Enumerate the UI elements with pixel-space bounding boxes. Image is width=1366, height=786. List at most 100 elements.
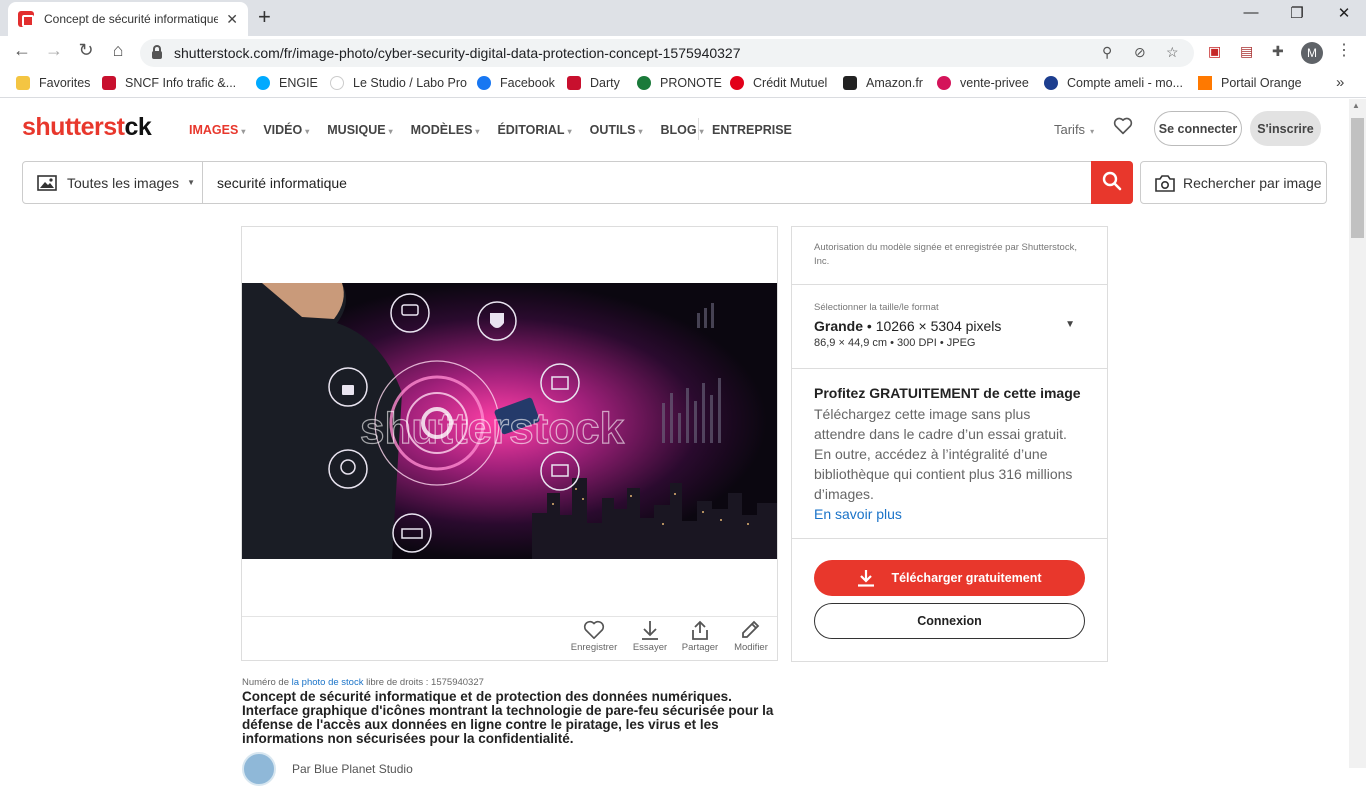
chevron-down-icon: ▼ (187, 178, 195, 187)
chevron-down-icon[interactable]: ▼ (1065, 319, 1075, 330)
tracking-blocked-icon[interactable]: ⊘ (1134, 44, 1146, 61)
license-side-panel: Autorisation du modèle signée et enregis… (791, 226, 1108, 662)
facebook-icon (477, 76, 491, 90)
pronote-icon (637, 76, 651, 90)
sign-in-button[interactable]: Se connecter (1154, 111, 1242, 146)
reload-icon[interactable]: ↻ (74, 40, 98, 61)
promo-title: Profitez GRATUITEMENT de cette image (814, 385, 1081, 401)
bookmark-star-icon[interactable]: ☆ (1166, 44, 1179, 61)
bookmark-engie[interactable]: ENGIE (256, 76, 318, 90)
extensions-puzzle-icon[interactable]: ✚ (1272, 43, 1284, 60)
bookmarks-bar: Favorites SNCF Info trafic &... ENGIE Le… (0, 70, 1366, 98)
free-download-button[interactable]: Télécharger gratuitement (814, 560, 1085, 596)
sncf-icon (102, 76, 116, 90)
sign-up-button[interactable]: S'inscrire (1250, 111, 1321, 146)
restore-icon[interactable]: ❐ (1287, 4, 1307, 22)
bookmark-facebook[interactable]: Facebook (477, 76, 555, 90)
search-input[interactable] (203, 162, 1091, 203)
search-button[interactable] (1091, 161, 1133, 204)
bookmark-sncf[interactable]: SNCF Info trafic &... (102, 76, 236, 90)
window-close-icon[interactable]: ✕ (1334, 4, 1354, 22)
back-icon[interactable]: ← (10, 40, 34, 61)
new-tab-icon[interactable]: + (258, 6, 271, 28)
forward-icon[interactable]: → (42, 40, 66, 61)
vente-privee-icon (937, 76, 951, 90)
search-icon (1102, 171, 1122, 191)
zoom-icon[interactable]: ⚲ (1102, 44, 1112, 61)
engie-icon (256, 76, 270, 90)
bookmark-le-studio[interactable]: Le Studio / Labo Pro (330, 76, 467, 90)
chevron-down-icon: ▾ (567, 127, 572, 136)
nav-musique[interactable]: MUSIQUE ▾ (327, 123, 392, 137)
format-selector[interactable]: Sélectionner la taille/le format Grande … (792, 285, 1107, 369)
chevron-down-icon: ▾ (388, 127, 393, 136)
tab-close-icon[interactable]: ✕ (226, 11, 238, 28)
scrollbar-thumb[interactable] (1351, 118, 1364, 238)
nav-images[interactable]: IMAGES ▾ (189, 123, 245, 137)
favorites-heart-icon[interactable] (1113, 117, 1133, 140)
download-icon (858, 570, 875, 587)
save-action[interactable]: Enregistrer (564, 620, 624, 653)
bookmark-vente-privee[interactable]: vente-privee (937, 76, 1029, 90)
browser-tabstrip: Concept de sécurité informatique ✕ + — ❐… (0, 0, 1366, 36)
author-name[interactable]: Par Blue Planet Studio (292, 762, 413, 776)
model-release-text: Autorisation du modèle signée et enregis… (814, 242, 1077, 267)
minimize-icon[interactable]: — (1241, 4, 1261, 21)
nav-entreprise[interactable]: ENTREPRISE (712, 123, 792, 137)
orange-icon (1198, 76, 1212, 90)
camera-search-icon (1155, 174, 1175, 192)
browser-menu-icon[interactable]: ⋮ (1336, 40, 1352, 60)
edit-icon (742, 620, 760, 638)
chevron-down-icon: ▾ (1090, 127, 1095, 136)
watermark-text: shutterstock (360, 404, 625, 453)
pdf-extension-icon[interactable]: ▤ (1240, 43, 1253, 60)
search-type-dropdown[interactable]: Toutes les images ▼ (23, 162, 203, 203)
bookmark-favorites[interactable]: Favorites (16, 76, 90, 90)
browser-tab[interactable]: Concept de sécurité informatique ✕ (8, 2, 248, 36)
bookmarks-overflow-icon[interactable]: » (1336, 74, 1344, 91)
download-icon (642, 621, 658, 640)
promo-text-1: Téléchargez cette image sans plus attend… (814, 406, 1067, 442)
bookmark-darty[interactable]: Darty (567, 76, 620, 90)
stock-photo-link[interactable]: la photo de stock (292, 677, 364, 688)
nav-modeles[interactable]: MODÈLES ▾ (411, 123, 480, 137)
bookmark-pronote[interactable]: PRONOTE (637, 76, 722, 90)
credit-mutuel-icon (730, 76, 744, 90)
chevron-down-icon: ▾ (638, 127, 643, 136)
image-icon (37, 174, 57, 191)
bookmark-orange[interactable]: Portail Orange (1198, 76, 1302, 90)
login-button[interactable]: Connexion (814, 603, 1085, 639)
share-icon (692, 620, 708, 640)
main-nav: IMAGES ▾ VIDÉO ▾ MUSIQUE ▾ MODÈLES ▾ ÉDITORI… (189, 123, 722, 137)
edit-action[interactable]: Modifier (721, 620, 781, 653)
tarifs-menu[interactable]: Tarifs ▾ (1054, 122, 1094, 137)
bookmark-ameli[interactable]: Compte ameli - mo... (1044, 76, 1183, 90)
darty-icon (567, 76, 581, 90)
author-avatar[interactable] (242, 752, 276, 786)
profile-avatar[interactable]: M (1301, 42, 1323, 64)
bookmark-amazon[interactable]: Amazon.fr (843, 76, 923, 90)
reverse-image-search-button[interactable]: Rechercher par image (1140, 161, 1327, 204)
nav-editorial[interactable]: ÉDITORIAL ▾ (497, 123, 571, 137)
bookmark-credit-mutuel[interactable]: Crédit Mutuel (730, 76, 827, 90)
nav-video[interactable]: VIDÉO ▾ (263, 123, 309, 137)
home-icon[interactable]: ⌂ (106, 40, 130, 61)
stock-photo-number: Numéro de la photo de stock libre de dro… (242, 677, 484, 688)
extension-icon[interactable]: ▣ (1208, 43, 1221, 60)
shutterstock-logo[interactable]: shutterstck (22, 113, 152, 142)
stock-image[interactable]: shutterstock (242, 283, 777, 559)
chevron-down-icon: ▾ (241, 127, 246, 136)
panel-divider (242, 616, 777, 617)
scroll-up-icon[interactable]: ▲ (1352, 101, 1360, 110)
browser-toolbar: ← → ↻ ⌂ shutterstock.com/fr/image-photo/… (0, 36, 1366, 70)
address-bar[interactable]: shutterstock.com/fr/image-photo/cyber-se… (140, 39, 1194, 67)
learn-more-link[interactable]: En savoir plus (814, 504, 1085, 524)
url-text: shutterstock.com/fr/image-photo/cyber-se… (174, 45, 741, 61)
format-row: Grande • 10266 × 5304 pixels ▼ (814, 315, 1085, 334)
nav-outils[interactable]: OUTILS ▾ (590, 123, 643, 137)
amazon-icon (843, 76, 857, 90)
format-value: Grande • 10266 × 5304 pixels (814, 318, 1002, 334)
format-label: Sélectionner la taille/le format (814, 302, 939, 313)
image-description: Concept de sécurité informatique et de p… (242, 689, 774, 746)
chevron-down-icon: ▾ (475, 127, 480, 136)
